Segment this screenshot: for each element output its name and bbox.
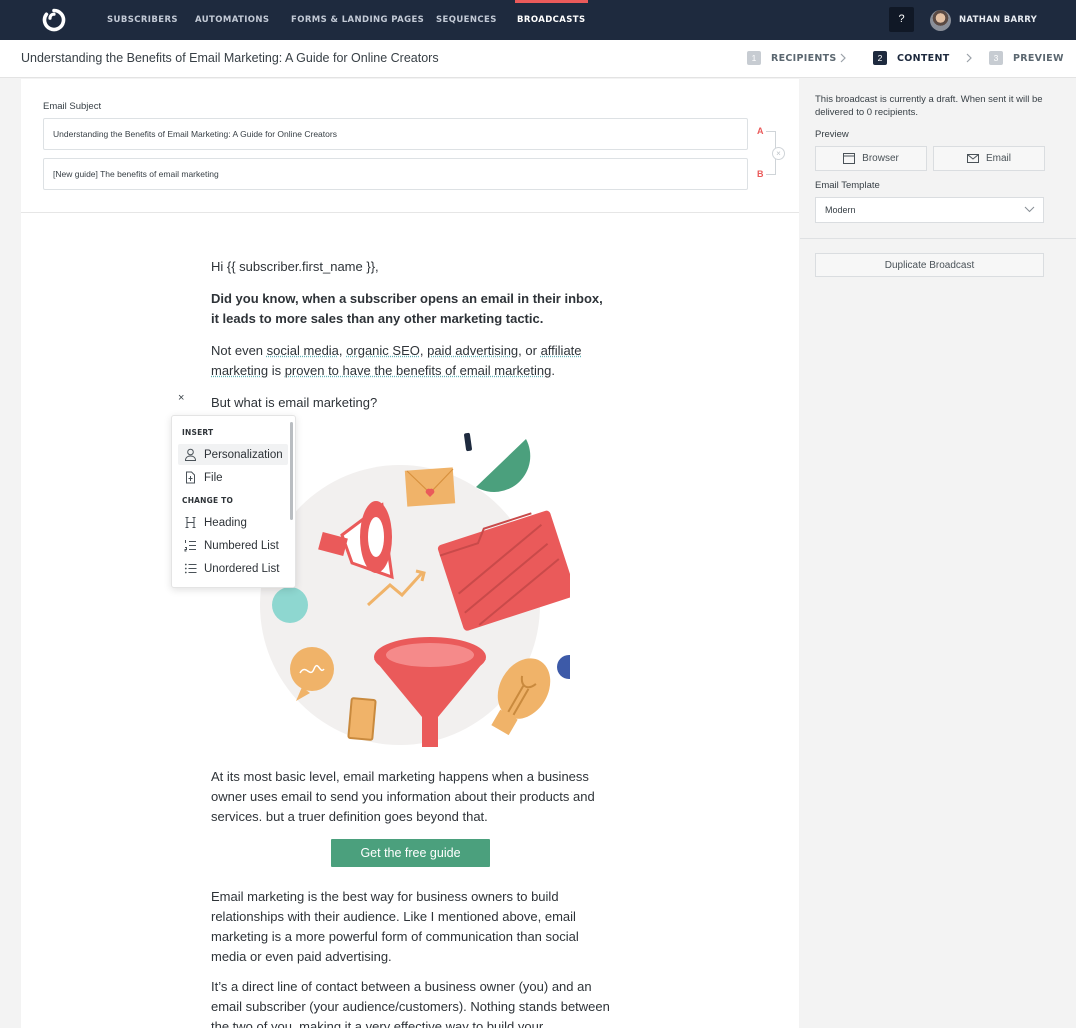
template-select[interactable]: Modern (815, 197, 1044, 223)
insert-file[interactable]: File (178, 467, 288, 488)
numbered-list-icon (184, 540, 196, 552)
email-paragraph-basic[interactable]: At its most basic level, email marketing… (211, 767, 611, 827)
nav-automations[interactable]: AUTOMATIONS (195, 0, 269, 40)
menu-item-label: Personalization (204, 448, 283, 461)
cta-button[interactable]: Get the free guide (331, 839, 490, 867)
file-icon (186, 471, 195, 484)
preview-browser-label: Browser (862, 153, 899, 164)
chevron-right-icon (966, 53, 972, 63)
nav-sequences[interactable]: SEQUENCES (436, 0, 497, 40)
link-proven-benefits[interactable]: proven to have the benefits of email mar… (285, 363, 552, 378)
link-paid-advertising[interactable]: paid advertising (427, 343, 518, 358)
step-recipients[interactable]: 1 RECIPIENTS (747, 51, 837, 65)
step-label: PREVIEW (1013, 52, 1064, 64)
green-half-circle (476, 439, 531, 492)
divider (800, 238, 1076, 239)
heading-icon (185, 517, 196, 528)
link-organic-seo[interactable]: organic SEO (346, 343, 420, 358)
menu-item-label: Unordered List (204, 562, 280, 575)
envelope-icon (966, 154, 979, 163)
step-content[interactable]: 2 CONTENT (873, 51, 950, 65)
step-label: RECIPIENTS (771, 52, 837, 64)
menu-item-label: File (204, 471, 223, 484)
draft-status-note: This broadcast is currently a draft. Whe… (815, 94, 1043, 118)
preview-email-label: Email (985, 153, 1011, 164)
email-paragraph-links[interactable]: Not even social media, organic SEO, paid… (211, 341, 611, 381)
top-navigation: SUBSCRIBERS AUTOMATIONS FORMS & LANDING … (0, 0, 1076, 40)
subject-input-b[interactable] (43, 158, 748, 190)
blue-dot (557, 655, 570, 679)
close-menu-button[interactable]: × (178, 392, 184, 404)
preview-browser-button[interactable]: Browser (815, 146, 927, 171)
broadcast-sidebar: This broadcast is currently a draft. Whe… (800, 79, 1076, 1028)
change-to-numbered-list[interactable]: Numbered List (178, 535, 288, 556)
step-preview[interactable]: 3 PREVIEW (989, 51, 1064, 65)
insert-menu: INSERT Personalization File CHANGE TO He… (171, 415, 296, 588)
nav-forms-landing-pages[interactable]: FORMS & LANDING PAGES (291, 0, 424, 40)
phone-icon (347, 697, 377, 741)
preview-label: Preview (815, 129, 849, 140)
variant-b-label: B (757, 169, 764, 179)
template-label: Email Template (815, 180, 880, 191)
subject-section: Email Subject A B × (21, 79, 799, 213)
change-to-heading-item[interactable]: Heading (178, 512, 288, 533)
text: Not even (211, 343, 267, 358)
help-button[interactable]: ? (889, 7, 914, 32)
preview-email-button[interactable]: Email (933, 146, 1045, 171)
subject-input-a[interactable] (43, 118, 748, 150)
page-title: Understanding the Benefits of Email Mark… (21, 51, 439, 65)
text: , or (518, 343, 541, 358)
insert-personalization[interactable]: Personalization (178, 444, 288, 465)
email-editor: Email Subject A B × Hi {{ subscriber.fir… (21, 79, 799, 1028)
step-label: CONTENT (897, 52, 950, 64)
menu-item-label: Heading (204, 516, 247, 529)
chevron-down-icon (1024, 206, 1035, 213)
email-marketing-illustration[interactable] (250, 427, 570, 747)
email-greeting[interactable]: Hi {{ subscriber.first_name }}, (211, 257, 611, 277)
unordered-list-icon (184, 563, 197, 574)
envelope-icon (404, 467, 456, 507)
change-to-heading: CHANGE TO (182, 496, 234, 505)
nav-broadcasts[interactable]: BROADCASTS (515, 0, 588, 40)
insert-heading: INSERT (182, 428, 214, 437)
email-paragraph-direct[interactable]: It’s a direct line of contact between a … (211, 977, 611, 1028)
step-number: 2 (873, 51, 887, 65)
text: , (419, 343, 428, 358)
text: is (268, 363, 285, 378)
change-to-unordered-list[interactable]: Unordered List (178, 558, 288, 579)
step-number: 3 (989, 51, 1003, 65)
teal-circle (272, 587, 308, 623)
link-social-media[interactable]: social media (267, 343, 339, 358)
user-name: NATHAN BARRY (959, 15, 1038, 25)
editor-header: Understanding the Benefits of Email Mark… (0, 40, 1076, 78)
remove-ab-test-button[interactable]: × (772, 147, 785, 160)
text: . (551, 363, 555, 378)
email-question[interactable]: But what is email marketing? (211, 393, 611, 413)
duplicate-broadcast-button[interactable]: Duplicate Broadcast (815, 253, 1044, 277)
variant-a-label: A (757, 126, 764, 136)
browser-icon (843, 153, 856, 164)
step-number: 1 (747, 51, 761, 65)
email-paragraph-best[interactable]: Email marketing is the best way for busi… (211, 887, 611, 967)
email-paragraph-bold[interactable]: Did you know, when a subscriber opens an… (211, 289, 611, 329)
menu-scrollbar[interactable] (290, 422, 293, 520)
convertkit-logo[interactable] (42, 8, 66, 32)
avatar (930, 9, 951, 31)
user-menu[interactable]: NATHAN BARRY (930, 8, 1037, 32)
menu-item-label: Numbered List (204, 539, 279, 552)
person-icon (184, 448, 197, 461)
illustration-dash (464, 432, 472, 452)
template-value: Modern (825, 205, 856, 215)
nav-subscribers[interactable]: SUBSCRIBERS (107, 0, 178, 40)
subject-label: Email Subject (43, 101, 102, 112)
chevron-right-icon (840, 53, 846, 63)
